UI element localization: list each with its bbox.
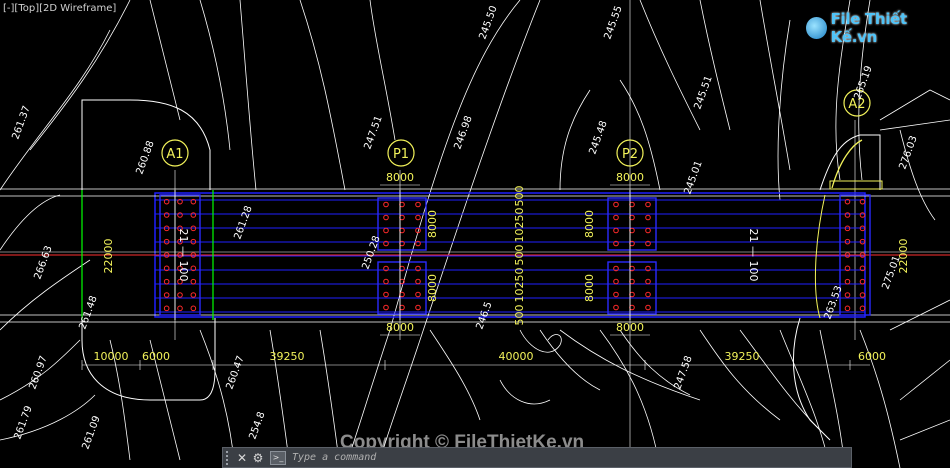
- dim-width-left: 22000: [102, 239, 115, 274]
- dim-p2-side-top: 8000: [583, 210, 596, 238]
- dim-p2-side-bottom: 8000: [583, 274, 596, 302]
- dim-p1-top: 8000: [386, 171, 414, 184]
- dim-p1-bottom: 8000: [386, 321, 414, 334]
- axis-label-p1: P1: [393, 147, 409, 162]
- command-prompt-icon[interactable]: >_: [270, 450, 286, 465]
- span-text-right: 21 — 100: [747, 229, 760, 282]
- command-input[interactable]: [290, 451, 851, 464]
- close-icon[interactable]: ✕: [234, 451, 250, 465]
- cad-drawing-canvas[interactable]: A1 P1 P2 A2 10000 6000 39250 40000 39250…: [0, 0, 950, 468]
- dim-p2-bottom: 8000: [616, 321, 644, 334]
- dim-bottom-3: 39250: [270, 350, 305, 363]
- dim-mid-1: 500: [513, 186, 526, 207]
- command-line-bar: ✕ ⚙ >_: [222, 447, 852, 468]
- logo-icon: [806, 17, 827, 39]
- dim-bottom-2: 6000: [142, 350, 170, 363]
- wrench-icon[interactable]: ⚙: [250, 451, 266, 465]
- dim-mid-3: 500: [513, 245, 526, 266]
- dim-p2-top: 8000: [616, 171, 644, 184]
- dim-mid-2: 10250: [513, 208, 526, 243]
- dim-bottom-4: 40000: [499, 350, 534, 363]
- span-text-left: 21 — 100: [177, 229, 190, 282]
- dim-mid-5: 500: [513, 305, 526, 326]
- model-space-background: [0, 0, 950, 468]
- dim-p1-side-bottom: 8000: [426, 274, 439, 302]
- dim-bottom-1: 10000: [94, 350, 129, 363]
- drag-handle[interactable]: [226, 450, 234, 465]
- dim-bottom-6: 6000: [858, 350, 886, 363]
- axis-label-p2: P2: [622, 147, 638, 162]
- logo-text: File Thiết Kế.vn: [830, 10, 908, 46]
- dim-mid-4: 10250: [513, 268, 526, 303]
- site-logo: File Thiết Kế.vn: [806, 10, 950, 46]
- dim-bottom-5: 39250: [725, 350, 760, 363]
- dim-p1-side-top: 8000: [426, 210, 439, 238]
- viewport-controls-label[interactable]: [-][Top][2D Wireframe]: [3, 3, 116, 14]
- axis-label-a1: A1: [166, 147, 183, 162]
